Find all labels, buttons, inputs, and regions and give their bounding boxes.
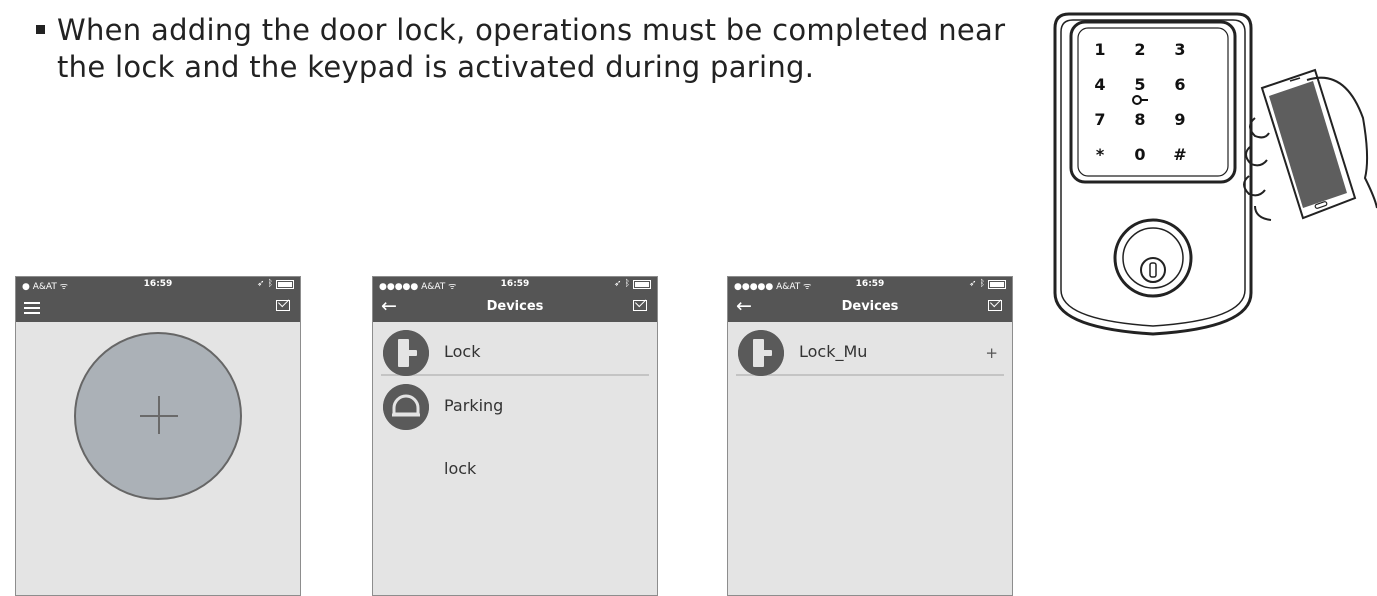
keypad-key: 5 [1134, 75, 1145, 94]
location-icon: ➶ [614, 279, 622, 289]
device-label: Parking [444, 396, 504, 415]
keypad-key: 0 [1134, 145, 1145, 164]
bluetooth-icon: ᛒ [267, 279, 273, 289]
keypad-key: 2 [1134, 40, 1145, 59]
app-bar: ← Devices [373, 293, 657, 322]
page-title: Devices [486, 299, 544, 314]
device-item-parking-lock[interactable]: Parking [373, 376, 657, 430]
parking-lock-icon [383, 384, 429, 430]
device-label-continuation: lock [444, 459, 477, 478]
status-bar: ●●●●● A&AT ᯤ 16:59 ➶ ᛒ [728, 277, 1012, 293]
instruction-line-1: When adding the door lock, operations mu… [57, 13, 1006, 47]
keypad-key: * [1096, 145, 1105, 164]
add-device-button[interactable] [74, 332, 242, 500]
device-label: Lock [444, 342, 481, 361]
phone-in-hand-icon [1243, 68, 1377, 221]
message-icon[interactable] [276, 300, 290, 311]
battery-icon [988, 279, 1006, 289]
location-icon: ➶ [969, 279, 977, 289]
bluetooth-icon: ᛒ [624, 279, 630, 289]
phone-screen-devices-found: ●●●●● A&AT ᯤ 16:59 ➶ ᛒ ← Devices Lock_Mu … [727, 276, 1013, 596]
divider [736, 374, 1004, 376]
status-bar: ●●●●● A&AT ᯤ 16:59 ➶ ᛒ [373, 277, 657, 293]
bluetooth-icon: ᛒ [979, 279, 985, 289]
device-item-lock[interactable]: Lock [373, 322, 657, 376]
keypad-key: 9 [1174, 110, 1185, 129]
message-icon[interactable] [633, 300, 647, 311]
phone-screen-home: ● A&AT ᯤ 16:59 ➶ ᛒ [15, 276, 301, 596]
message-icon[interactable] [988, 300, 1002, 311]
door-lock-icon [383, 330, 429, 376]
instruction-line-2: the lock and the keypad is activated dur… [57, 50, 815, 84]
door-lock-icon [738, 330, 784, 376]
keypad-key: 6 [1174, 75, 1185, 94]
keypad-key: 8 [1134, 110, 1145, 129]
battery-icon [276, 279, 294, 289]
keypad-key: # [1173, 145, 1186, 164]
hamburger-menu-icon[interactable] [24, 302, 40, 314]
device-item-lock-mu[interactable]: Lock_Mu + [728, 322, 1012, 376]
location-icon: ➶ [257, 279, 265, 289]
keypad-key: 4 [1094, 75, 1105, 94]
app-bar: ← Devices [728, 293, 1012, 322]
app-bar [16, 293, 300, 322]
device-label: Lock_Mu [799, 342, 868, 361]
keypad-key: 7 [1094, 110, 1105, 129]
keypad-key: 3 [1174, 40, 1185, 59]
bullet-icon [36, 24, 45, 34]
door-lock-and-phone-illustration: 1 2 3 4 5 6 7 8 9 * 0 # [1053, 12, 1377, 336]
phone-screen-devices: ●●●●● A&AT ᯤ 16:59 ➶ ᛒ ← Devices Lock Par… [372, 276, 658, 596]
status-bar: ● A&AT ᯤ 16:59 ➶ ᛒ [16, 277, 300, 293]
battery-icon [633, 279, 651, 289]
page-title: Devices [841, 299, 899, 314]
add-device-plus-button[interactable]: + [985, 344, 998, 362]
instruction-text: When adding the door lock, operations mu… [36, 12, 1046, 86]
keypad-key: 1 [1094, 40, 1105, 59]
